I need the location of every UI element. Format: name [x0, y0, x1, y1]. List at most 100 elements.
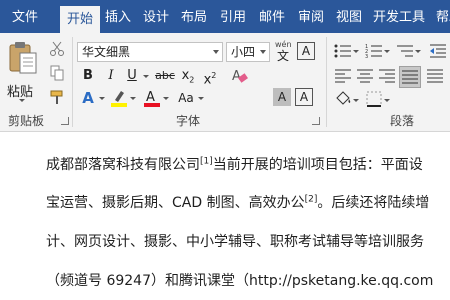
underline-dropdown-icon[interactable]	[143, 75, 149, 78]
copy-icon	[50, 65, 64, 81]
bold-button[interactable]: B	[78, 66, 98, 86]
copy-button[interactable]	[47, 63, 67, 83]
tab-developer[interactable]: 开发工具	[370, 0, 428, 33]
align-right-icon	[379, 69, 395, 83]
format-painter-button[interactable]	[47, 87, 67, 107]
strikethrough-button[interactable]: abc	[153, 66, 177, 86]
paint-bucket-icon	[336, 91, 351, 105]
scissors-icon	[50, 41, 64, 56]
superscript-button[interactable]: x2	[200, 66, 220, 87]
tab-review[interactable]: 审阅	[294, 0, 328, 33]
align-center-button[interactable]	[355, 66, 375, 86]
footnote-reference[interactable]: [2]	[305, 194, 318, 204]
multilevel-dropdown-icon[interactable]	[415, 50, 421, 53]
character-shading-button[interactable]: A	[273, 88, 291, 106]
font-name-combo[interactable]: 华文细黑	[77, 42, 223, 62]
clipboard-icon	[9, 42, 37, 74]
tab-home[interactable]: 开始	[60, 6, 100, 33]
document-paragraph-line[interactable]: （频道号 69247）和腾讯课堂（http://psketang.ke.qq.c…	[46, 270, 433, 290]
tab-view[interactable]: 视图	[332, 0, 366, 33]
line-text: 宝运营、摄影后期、CAD 制图、高效办公	[46, 195, 305, 211]
eraser-icon: A	[232, 69, 248, 84]
multilevel-list-button[interactable]	[395, 41, 415, 61]
change-case-button[interactable]: Aa	[176, 88, 196, 108]
font-color-button[interactable]: A	[142, 88, 162, 108]
justify-icon	[402, 70, 418, 84]
tab-layout[interactable]: 布局	[177, 0, 211, 33]
clipboard-dialog-launcher-icon[interactable]	[61, 117, 69, 125]
group-divider	[72, 37, 73, 127]
numbering-button[interactable]: 1 2 3	[364, 41, 384, 61]
font-size-value: 小四	[231, 45, 256, 59]
align-left-icon	[335, 69, 351, 83]
phonetic-guide-button[interactable]: wén 文	[274, 40, 294, 63]
change-case-dropdown-icon[interactable]	[198, 97, 204, 100]
justify-button[interactable]	[399, 66, 421, 88]
text-effects-dropdown-icon[interactable]	[99, 97, 105, 100]
document-paragraph-line[interactable]: 宝运营、摄影后期、CAD 制图、高效办公[2]。后续还将陆续增	[46, 192, 429, 212]
subscript-button[interactable]: x2	[178, 66, 198, 86]
underline-button[interactable]: U	[122, 66, 142, 86]
word-window: 文件 开始 插入 设计 布局 引用 邮件 审阅 视图 开发工具 帮助 粘贴	[0, 0, 450, 300]
shading-button[interactable]	[333, 90, 353, 110]
paste-label: 粘贴	[7, 85, 34, 100]
paragraph-group-label: 段落	[390, 114, 415, 128]
tab-file[interactable]: 文件	[0, 0, 50, 33]
svg-text:A: A	[232, 69, 241, 84]
cut-button[interactable]	[47, 39, 67, 59]
font-dialog-launcher-icon[interactable]	[312, 117, 320, 125]
document-paragraph-line[interactable]: 计、网页设计、摄影、中小学辅导、职称考试辅导等培训服务	[46, 231, 424, 251]
document-paragraph-line[interactable]: 成都部落窝科技有限公司[1]当前开展的培训项目包括：平面设	[46, 154, 423, 174]
tab-references[interactable]: 引用	[216, 0, 250, 33]
distributed-icon	[427, 69, 443, 83]
line-text: 。后续还将陆续增	[317, 195, 430, 211]
borders-icon	[366, 91, 382, 107]
chevron-down-icon	[260, 50, 266, 54]
distributed-button[interactable]	[425, 66, 445, 86]
shading-dropdown-icon[interactable]	[353, 99, 359, 102]
decrease-indent-icon	[430, 44, 446, 58]
italic-button[interactable]: I	[101, 66, 121, 86]
bullets-dropdown-icon[interactable]	[353, 50, 359, 53]
svg-text:A: A	[146, 90, 155, 105]
font-size-combo[interactable]: 小四	[226, 42, 270, 62]
ribbon-home: 粘贴 剪贴板 华文细黑 小四 wén 文 A B I U abc x2 x2 A…	[0, 33, 450, 132]
character-border-button[interactable]: A	[295, 88, 313, 106]
highlighter-icon	[111, 91, 127, 107]
font-color-icon: A	[144, 90, 160, 107]
tab-mailings[interactable]: 邮件	[255, 0, 289, 33]
highlight-color-button[interactable]	[109, 88, 129, 108]
tab-insert[interactable]: 插入	[101, 0, 135, 33]
clear-formatting-button[interactable]: A	[229, 66, 249, 86]
font-color-dropdown-icon[interactable]	[163, 97, 169, 100]
borders-dropdown-icon[interactable]	[384, 99, 390, 102]
numbering-icon: 1 2 3	[365, 44, 382, 60]
highlight-dropdown-icon[interactable]	[130, 97, 136, 100]
line-text: 当前开展的培训项目包括：平面设	[212, 157, 423, 173]
footnote-reference[interactable]: [1]	[200, 156, 213, 166]
document-page[interactable]: 成都部落窝科技有限公司[1]当前开展的培训项目包括：平面设 宝运营、摄影后期、C…	[0, 132, 450, 300]
align-left-button[interactable]	[333, 66, 353, 86]
highlight-color-swatch	[111, 103, 127, 107]
decrease-indent-button[interactable]	[428, 41, 448, 61]
borders-button[interactable]	[364, 90, 384, 110]
svg-text:3: 3	[365, 54, 368, 59]
phonetic-guide-icon: wén 文	[274, 40, 294, 63]
text-effects-button[interactable]: A	[78, 88, 98, 108]
font-name-value: 华文细黑	[82, 45, 131, 59]
ribbon-tab-bar: 文件 开始 插入 设计 布局 引用 邮件 审阅 视图 开发工具 帮助	[0, 0, 450, 33]
enclosed-character-button[interactable]: A	[297, 42, 315, 60]
font-color-swatch	[144, 103, 160, 107]
numbering-dropdown-icon[interactable]	[384, 50, 390, 53]
bullets-button[interactable]	[333, 41, 353, 61]
group-divider	[326, 37, 327, 127]
align-center-icon	[357, 69, 373, 83]
tab-help[interactable]: 帮助	[432, 0, 450, 33]
line-text: 成都部落窝科技有限公司	[46, 157, 200, 173]
paste-button[interactable]: 粘贴	[4, 39, 42, 103]
bullets-icon	[334, 44, 351, 58]
tab-design[interactable]: 设计	[139, 0, 173, 33]
multilevel-list-icon	[397, 45, 413, 57]
align-right-button[interactable]	[377, 66, 397, 86]
chevron-down-icon	[213, 50, 219, 54]
